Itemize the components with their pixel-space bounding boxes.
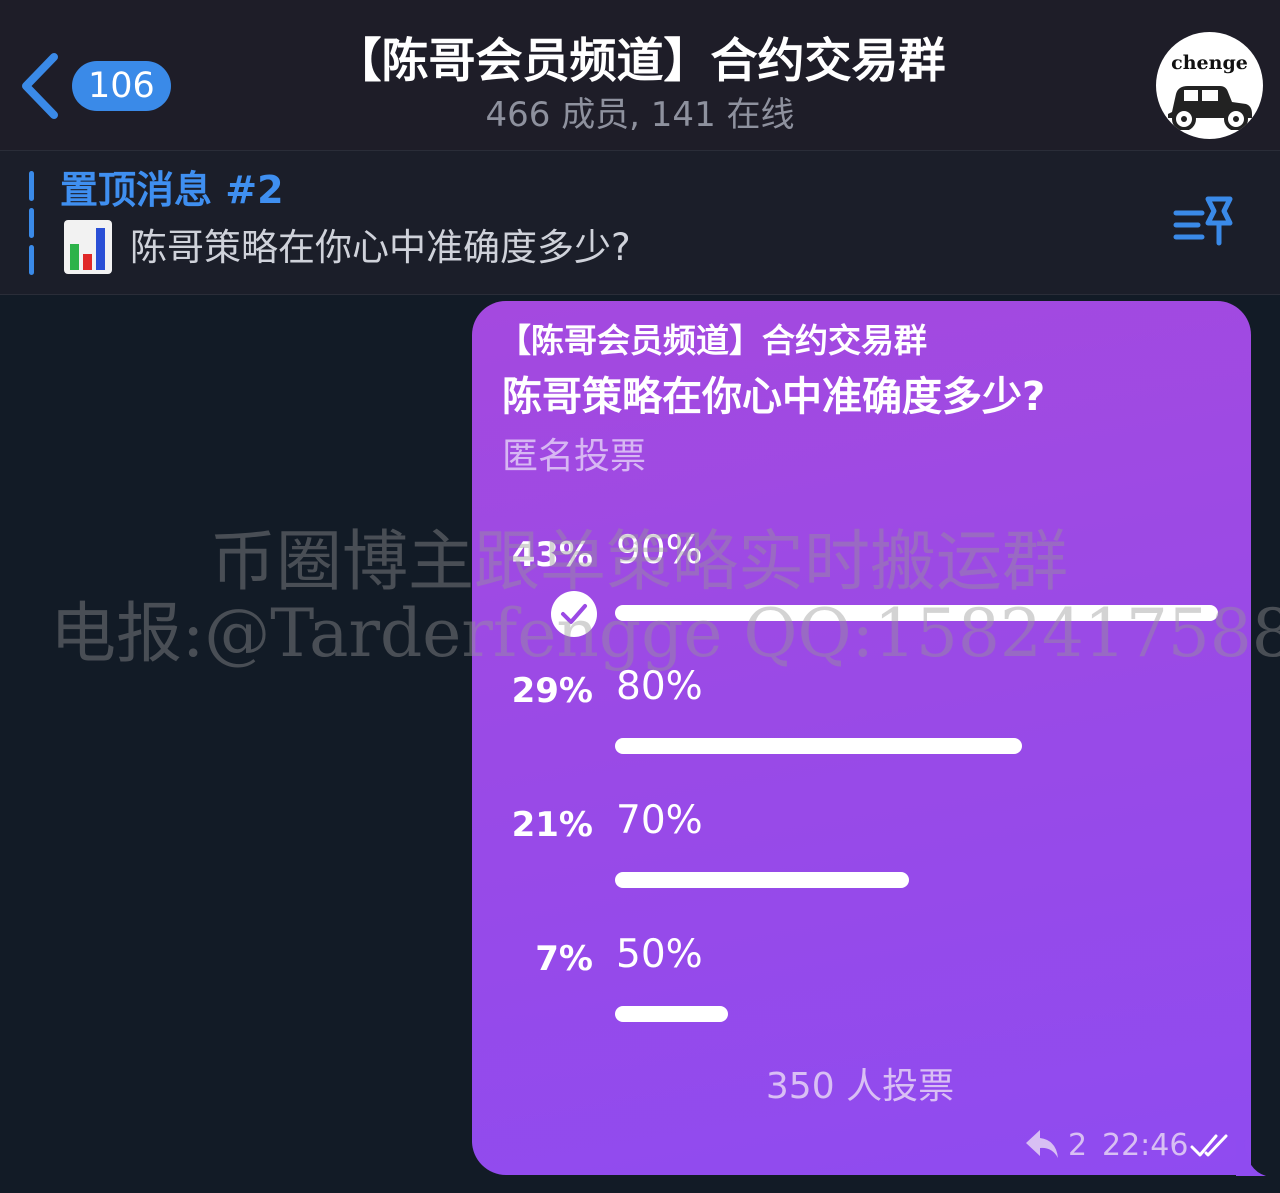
chat-header: 106 【陈哥会员频道】合约交易群 466 成员, 141 在线 chenge — [0, 0, 1280, 150]
pinned-message-text: 陈哥策略在你心中准确度多少? — [130, 226, 631, 269]
poll-option-bar — [615, 872, 909, 888]
poll-option-percent: 7% — [535, 939, 593, 979]
avatar-label: chenge — [1171, 52, 1248, 74]
pinned-position-indicator — [29, 171, 34, 275]
reply-count[interactable]: 2 — [1068, 1126, 1087, 1166]
poll-option-percent: 43% — [511, 535, 593, 575]
poll-type-label: 匿名投票 — [502, 436, 647, 477]
poll-option-label: 80% — [616, 664, 703, 709]
group-avatar[interactable]: chenge — [1156, 32, 1263, 139]
poll-question: 陈哥策略在你心中准确度多少? — [502, 374, 1046, 420]
chosen-option-check-icon — [551, 591, 597, 637]
poll-option-bar — [615, 1006, 728, 1022]
chat-title[interactable]: 【陈哥会员频道】合约交易群 — [230, 30, 1050, 94]
pinned-list-icon[interactable] — [1172, 193, 1238, 247]
message-time: 22:46 — [1102, 1128, 1189, 1163]
reply-icon[interactable] — [1024, 1128, 1060, 1160]
pinned-message-title: 置顶消息 #2 — [60, 168, 284, 212]
poll-option-label: 70% — [616, 798, 703, 843]
vintage-car-icon — [1168, 86, 1252, 130]
chat-member-status: 466 成员, 141 在线 — [485, 95, 795, 135]
bar-chart-icon — [64, 220, 112, 274]
back-button[interactable]: 106 — [18, 48, 178, 124]
poll-option-label: 50% — [616, 932, 703, 977]
unread-count-badge: 106 — [72, 61, 171, 111]
poll-option-percent: 29% — [511, 671, 593, 711]
poll-option-bar — [615, 605, 1218, 621]
poll-option-percent: 21% — [511, 805, 593, 845]
chevron-left-icon — [22, 53, 58, 119]
poll-total-votes[interactable]: 350 人投票 — [560, 1062, 1160, 1112]
poll-option-bar — [615, 738, 1022, 754]
poll-forwarded-source[interactable]: 【陈哥会员频道】合约交易群 — [498, 318, 927, 364]
double-check-read-icon — [1190, 1134, 1228, 1157]
chat-screen: 106 【陈哥会员频道】合约交易群 466 成员, 141 在线 chenge … — [0, 0, 1280, 1193]
poll-option-label: 90% — [616, 528, 703, 573]
bubble-tail — [1236, 1140, 1266, 1176]
